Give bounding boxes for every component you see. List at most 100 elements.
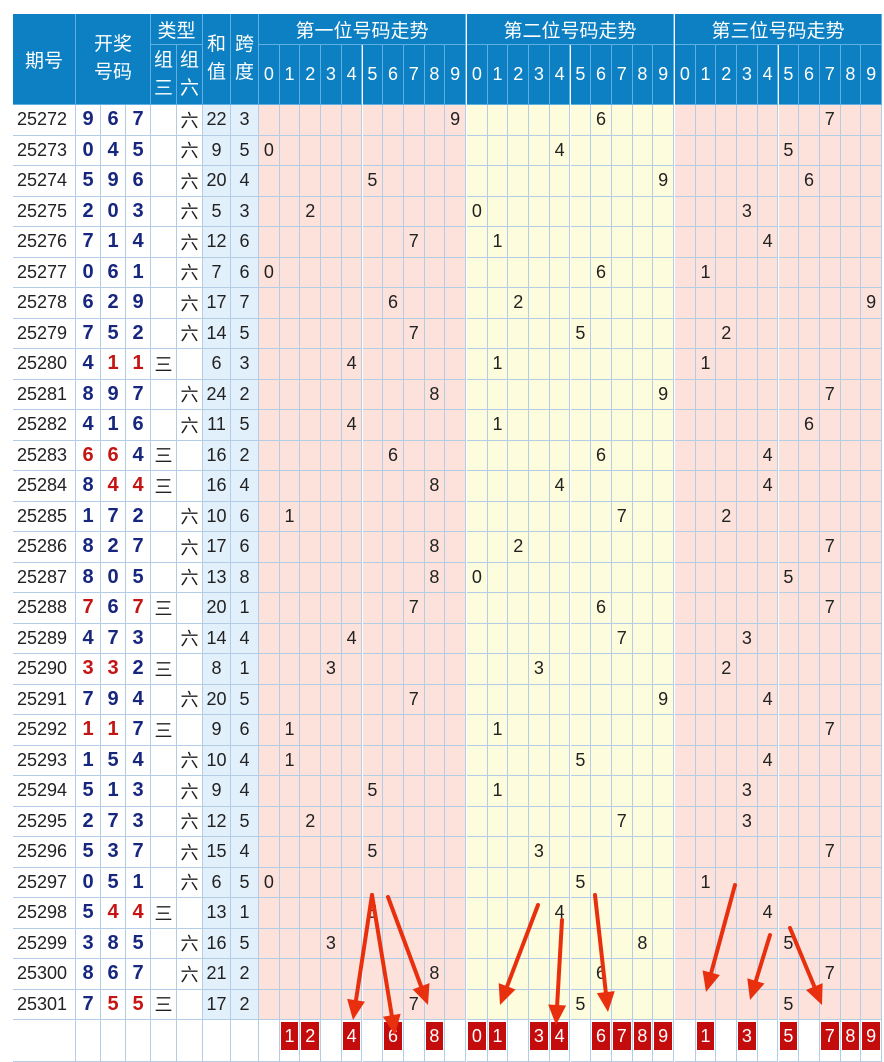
trend-cell: [632, 532, 654, 563]
trend-cell: [445, 196, 466, 227]
span-cell: 5: [231, 806, 259, 837]
trend-cell: [362, 105, 384, 136]
trend-cell: [383, 257, 404, 288]
draw-digit-3: 4: [126, 745, 151, 776]
trend-cell: [716, 562, 738, 593]
trend-cell: [757, 654, 779, 685]
trend-cell: [279, 989, 301, 1020]
trend-cell: [279, 867, 301, 898]
trend-cell: [424, 288, 446, 319]
prediction-slot: [259, 1020, 280, 1062]
trend-cell: [675, 471, 696, 502]
trend-cell: [799, 379, 820, 410]
draw-digit-3: 5: [126, 928, 151, 959]
type-group6-cell: 六: [177, 562, 203, 593]
trend-cell: [549, 989, 571, 1020]
trend-cell: [591, 654, 612, 685]
trend-cell: [279, 776, 301, 807]
trend-cell: [529, 257, 550, 288]
trend-cell: [362, 349, 384, 380]
trend-cell: [632, 593, 654, 624]
trend-cell: [508, 257, 530, 288]
header-draw-number-text: 开奖号码: [93, 34, 132, 83]
trend-cell: [632, 959, 654, 990]
type-group6-cell: 六: [177, 227, 203, 258]
draw-digit-2: 7: [101, 806, 126, 837]
period-cell: 25292: [13, 715, 76, 746]
trend-cell: [321, 593, 342, 624]
span-cell: 7: [231, 288, 259, 319]
trend-cell: [467, 135, 488, 166]
trend-cell: [737, 288, 758, 319]
trend-cell: [570, 440, 592, 471]
trend-cell: [819, 440, 841, 471]
trend-hit-pos1: 2: [300, 806, 322, 837]
trend-cell: [300, 318, 322, 349]
draw-digit-3: 2: [126, 501, 151, 532]
trend-cell: [259, 654, 280, 685]
header-pos2-digit-6: 6: [591, 45, 612, 105]
trend-cell: [675, 776, 696, 807]
trend-cell: [632, 410, 654, 441]
period-cell: 25294: [13, 776, 76, 807]
trend-cell: [445, 410, 466, 441]
trend-cell: [757, 501, 779, 532]
trend-cell: [861, 989, 882, 1020]
trend-cell: [653, 227, 674, 258]
span-cell: 1: [231, 654, 259, 685]
trend-cell: [321, 562, 342, 593]
header-pos2-digit-8: 8: [632, 45, 654, 105]
trend-cell: [840, 654, 862, 685]
trend-cell: [549, 501, 571, 532]
trend-hit-pos1: 9: [445, 105, 466, 136]
trend-cell: [279, 684, 301, 715]
trend-cell: [778, 410, 800, 441]
trend-cell: [861, 410, 882, 441]
trend-cell: [549, 715, 571, 746]
trend-cell: [529, 867, 550, 898]
trend-cell: [300, 379, 322, 410]
trend-cell: [383, 928, 404, 959]
trend-cell: [403, 471, 425, 502]
period-cell: 25273: [13, 135, 76, 166]
trend-cell: [840, 257, 862, 288]
draw-digit-1: 5: [76, 166, 101, 197]
trend-cell: [591, 166, 612, 197]
trend-cell: [341, 989, 363, 1020]
trend-cell: [611, 776, 633, 807]
draw-digit-2: 1: [101, 715, 126, 746]
trend-cell: [259, 806, 280, 837]
trend-cell: [300, 928, 322, 959]
prediction-pos2-digit: 0: [468, 1022, 486, 1050]
period-cell: 25291: [13, 684, 76, 715]
trend-cell: [611, 684, 633, 715]
trend-cell: [591, 288, 612, 319]
trend-cell: [570, 471, 592, 502]
trend-cell: [799, 593, 820, 624]
trend-cell: [611, 318, 633, 349]
sum-cell: 8: [203, 654, 231, 685]
draw-digit-2: 5: [101, 989, 126, 1020]
trend-cell: [778, 654, 800, 685]
trend-cell: [611, 898, 633, 929]
trend-cell: [778, 837, 800, 868]
draw-digit-2: 6: [101, 959, 126, 990]
sum-cell: 20: [203, 684, 231, 715]
trend-cell: [321, 898, 342, 929]
trend-cell: [778, 745, 800, 776]
trend-cell: [549, 440, 571, 471]
trend-cell: [445, 379, 466, 410]
header-pos3-digit-1: 1: [695, 45, 717, 105]
trend-cell: [799, 349, 820, 380]
sum-cell: 24: [203, 379, 231, 410]
header-pos1-digit-9: 9: [445, 45, 466, 105]
trend-hit-pos1: 1: [279, 745, 301, 776]
trend-cell: [467, 166, 488, 197]
trend-cell: [424, 196, 446, 227]
trend-cell: [508, 745, 530, 776]
draw-digit-3: 6: [126, 410, 151, 441]
span-cell: 5: [231, 318, 259, 349]
trend-cell: [321, 532, 342, 563]
sum-cell: 14: [203, 623, 231, 654]
trend-cell: [445, 166, 466, 197]
